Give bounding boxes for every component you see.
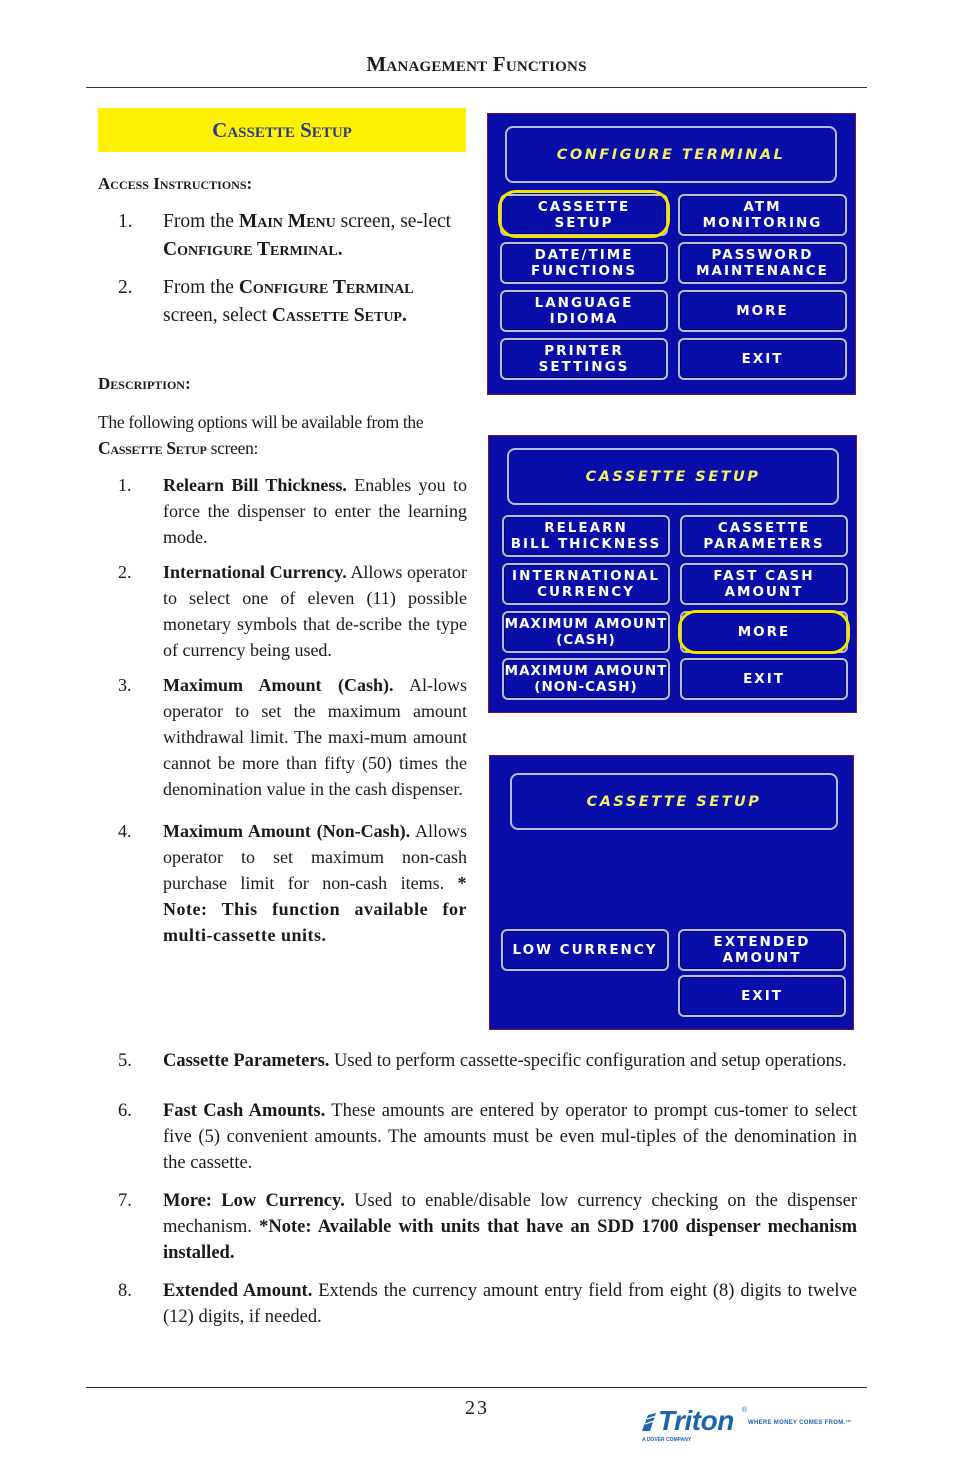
logo-subtitle: A DOVER COMPANY: [642, 1437, 692, 1443]
cassette-parameters-button[interactable]: CASSETTE PARAMETERS: [680, 515, 848, 557]
list-item: 6. Fast Cash Amounts. These amounts are …: [118, 1101, 857, 1173]
registered-mark: ®: [742, 1407, 748, 1414]
fast-cash-amount-button[interactable]: FAST CASH AMOUNT: [680, 563, 848, 605]
list-item: 8. Extended Amount. Extends the currency…: [118, 1281, 858, 1327]
access-instructions-heading: Access Instructions:: [98, 174, 253, 193]
list-item: 4. Maximum Amount (Non-Cash). Allows ope…: [118, 821, 468, 945]
section-title-banner: Cassette Setup: [98, 108, 466, 152]
exit-button[interactable]: EXIT: [678, 338, 847, 380]
list-item: 7. More: Low Currency. Used to enable/di…: [118, 1191, 857, 1263]
page-header-title: Management Functions: [366, 52, 587, 76]
header-divider: [86, 87, 867, 88]
description-list-left: 1. Relearn Bill Thickness. Enables you t…: [118, 472, 467, 948]
international-currency-button[interactable]: INTERNATIONAL CURRENCY: [502, 563, 670, 605]
maximum-amount-non-cash-button[interactable]: MAXIMUM AMOUNT (NON-CASH): [502, 658, 670, 700]
more-button[interactable]: MORE: [680, 611, 848, 653]
description-list-wide: 5. Cassette Parameters. Used to perform …: [118, 1048, 857, 1330]
section-title: Cassette Setup: [212, 117, 352, 142]
maximum-amount-cash-button[interactable]: MAXIMUM AMOUNT (CASH): [502, 611, 670, 653]
cassette-setup-button[interactable]: CASSETTE SETUP: [500, 194, 668, 236]
date-time-functions-button[interactable]: DATE/TIME FUNCTIONS: [500, 242, 668, 284]
description-intro: The following options will be available …: [98, 412, 424, 458]
atm-screen-configure-terminal: CONFIGURE TERMINAL CASSETTE SETUP ATM MO…: [487, 113, 856, 395]
exit-button[interactable]: EXIT: [680, 658, 848, 700]
triton-swoosh-icon: [642, 1411, 658, 1431]
access-step: 2. From the Configure Terminal screen, s…: [118, 277, 414, 326]
list-item: 2. International Currency. Allows operat…: [118, 562, 467, 660]
atm-screen-cassette-setup-more: CASSETTE SETUP LOW CURRENCY EXTENDED AMO…: [489, 755, 854, 1030]
access-step: 1. From the Main Menu screen, se-lect Co…: [118, 211, 452, 260]
exit-button[interactable]: EXIT: [678, 975, 846, 1017]
printer-settings-button[interactable]: PRINTER SETTINGS: [500, 338, 668, 380]
screen-title: CASSETTE SETUP: [507, 448, 839, 505]
list-item: 1. Relearn Bill Thickness. Enables you t…: [118, 475, 467, 547]
language-idioma-button[interactable]: LANGUAGE IDIOMA: [500, 290, 668, 332]
low-currency-button[interactable]: LOW CURRENCY: [501, 929, 669, 971]
list-item: 3. Maximum Amount (Cash). Al-lows operat…: [118, 675, 467, 799]
access-steps: 1. From the Main Menu screen, se-lect Co…: [118, 208, 468, 340]
list-item: 5. Cassette Parameters. Used to perform …: [118, 1051, 847, 1071]
description-heading: Description:: [98, 374, 191, 393]
footer-divider: [86, 1387, 867, 1388]
triton-logo: Triton ® WHERE MONEY COMES FROM.™ A DOVE…: [640, 1405, 860, 1449]
screen-title: CASSETTE SETUP: [510, 773, 838, 830]
password-maintenance-button[interactable]: PASSWORD MAINTENANCE: [678, 242, 847, 284]
atm-monitoring-button[interactable]: ATM MONITORING: [678, 194, 847, 236]
logo-tagline: WHERE MONEY COMES FROM.™: [748, 1420, 852, 1426]
more-button[interactable]: MORE: [678, 290, 847, 332]
logo-brand: Triton: [658, 1405, 734, 1436]
relearn-bill-thickness-button[interactable]: RELEARN BILL THICKNESS: [502, 515, 670, 557]
atm-screen-cassette-setup: CASSETTE SETUP RELEARN BILL THICKNESS CA…: [488, 435, 857, 713]
screen-title: CONFIGURE TERMINAL: [505, 126, 837, 183]
extended-amount-button[interactable]: EXTENDED AMOUNT: [678, 929, 846, 971]
